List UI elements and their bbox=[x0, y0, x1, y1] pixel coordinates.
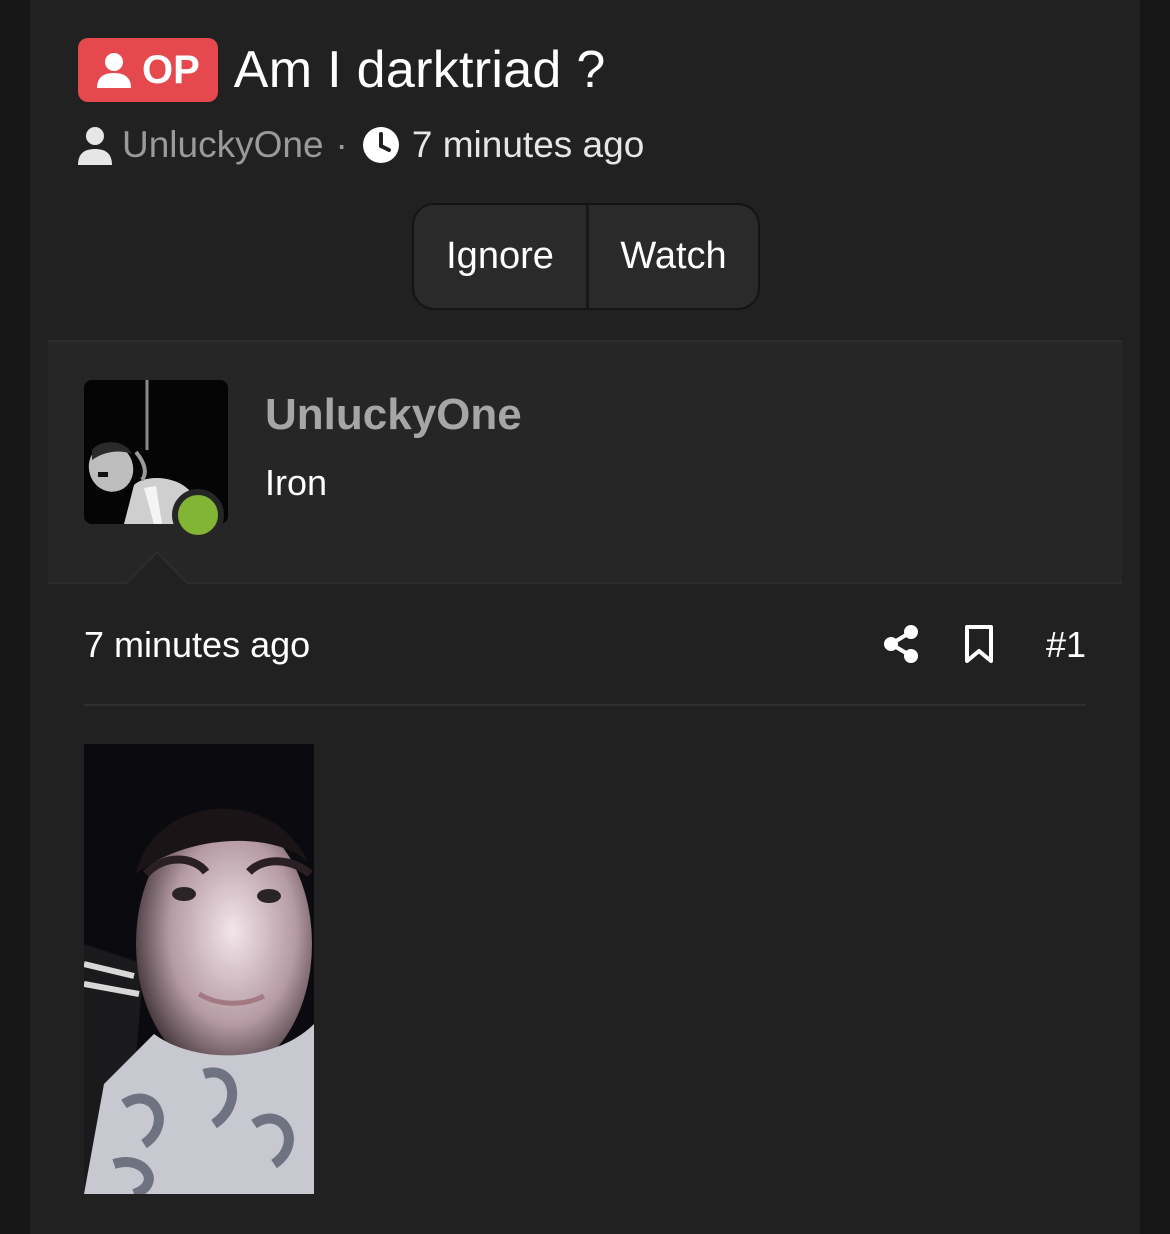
post-divider bbox=[84, 704, 1086, 706]
post-user-block: UnluckyOne Iron bbox=[48, 340, 1122, 584]
user-rank: Iron bbox=[265, 462, 328, 503]
post-meta-row: 7 minutes ago #1 bbox=[84, 620, 1086, 680]
user-block-pointer bbox=[126, 552, 188, 584]
bookmark-icon[interactable] bbox=[964, 624, 994, 664]
clock-icon bbox=[362, 127, 399, 163]
thread-title-row: OP Am I darktriad ? bbox=[78, 38, 606, 102]
meta-separator: · bbox=[335, 124, 348, 165]
watch-button[interactable]: Watch bbox=[586, 205, 758, 308]
thread-meta: UnluckyOne · 7 minutes ago bbox=[78, 124, 644, 166]
thread-title: Am I darktriad ? bbox=[233, 41, 606, 99]
thread-actions: Ignore Watch bbox=[412, 203, 760, 310]
thread-time: 7 minutes ago bbox=[411, 124, 645, 165]
share-icon[interactable] bbox=[882, 624, 920, 664]
post-time[interactable]: 7 minutes ago bbox=[84, 624, 310, 666]
op-badge: OP bbox=[78, 38, 218, 102]
user-icon bbox=[97, 53, 131, 88]
ignore-button[interactable]: Ignore bbox=[414, 205, 586, 308]
user-icon bbox=[78, 127, 112, 165]
op-badge-label: OP bbox=[142, 47, 200, 92]
post-username-link[interactable]: UnluckyOne bbox=[265, 390, 522, 440]
thread-page: OP Am I darktriad ? UnluckyOne · 7 minut… bbox=[30, 0, 1140, 1234]
post-image-attachment[interactable] bbox=[84, 744, 314, 1194]
online-status-indicator bbox=[172, 489, 224, 541]
thread-author-link[interactable]: UnluckyOne bbox=[122, 124, 324, 166]
attachment-photo bbox=[84, 744, 314, 1194]
post-number-link[interactable]: #1 bbox=[1046, 624, 1086, 666]
